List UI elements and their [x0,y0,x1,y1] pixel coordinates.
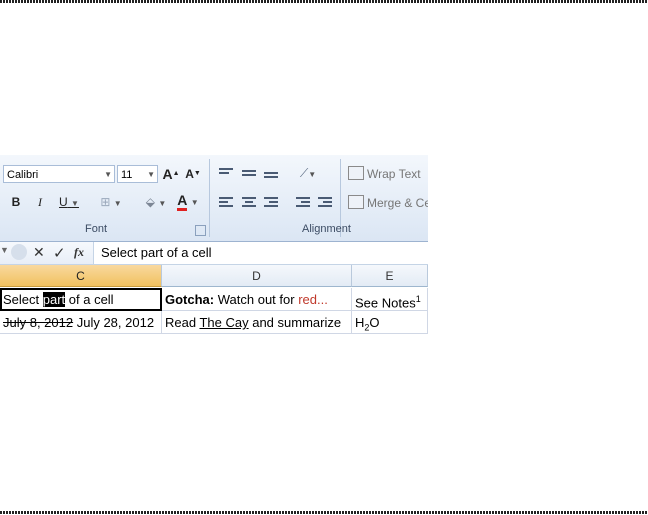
align-top-icon[interactable] [219,168,233,180]
cell-d-row1[interactable]: Gotcha: Watch out for red... [162,288,352,311]
column-header-d[interactable]: D [162,265,352,287]
column-header-e[interactable]: E [352,265,428,287]
formula-bar-buttons: ▼ ✕ ✓ fx [0,242,94,264]
font-group-label: Font [85,223,108,235]
superscript-text: 1 [415,294,421,304]
increase-font-glyph: A [162,166,173,182]
align-center-icon[interactable] [242,197,256,209]
cell-text: of a cell [65,292,114,307]
align-bottom-icon[interactable] [264,172,278,184]
underlined-text: The Cay [199,315,249,330]
decrease-indent-icon[interactable] [296,197,310,209]
cell-text: See Notes [355,295,416,311]
orientation-icon: ⟋ [299,166,309,180]
alignment-group-label: Alignment [302,223,351,235]
increase-font-size-button[interactable]: A▲ [162,165,180,183]
cell-text: July 28, 2012 [73,315,155,330]
dialog-launcher-icon[interactable] [195,225,206,236]
merge-center-icon [348,195,364,209]
borders-icon: ⊞ [100,195,111,209]
ribbon: Calibri ▼ 11 ▼ A▲ A▼ B I U ▼ ⊞ ▼ ⬙ ▼ A ▼… [0,155,428,242]
paint-bucket-icon: ⬙ [145,195,155,209]
merge-center-label: Merge & Ce [367,196,428,210]
wrap-text-label: Wrap Text [367,167,421,181]
group-separator [209,159,210,237]
decrease-font-glyph: A [185,167,194,181]
align-middle-icon[interactable] [242,170,256,182]
wrap-text-button[interactable]: Wrap Text [348,166,421,181]
cell-text: O [369,315,380,330]
font-size-dropdown[interactable]: 11 ▼ [117,165,158,183]
chevron-down-icon: ▼ [147,170,155,179]
column-header-c[interactable]: C [0,265,162,287]
cell-e-row2[interactable]: H2O [352,311,428,334]
name-box-dropdown-icon[interactable]: ▼ [0,245,9,255]
borders-button[interactable]: ⊞ ▼ [96,193,126,211]
italic-glyph: I [38,195,42,209]
cell-c-row2[interactable]: July 8, 2012 July 28, 2012 [0,311,162,334]
cell-text: Select [3,292,43,307]
strikethrough-text: July 8, 2012 [3,315,74,330]
font-size-value: 11 [121,169,133,181]
bold-text: Gotcha: [165,292,215,307]
name-box-scroll-icon[interactable] [11,244,27,260]
spreadsheet-grid: C D E Select part of a cell Gotcha: Watc… [0,265,428,335]
wrap-text-icon [348,166,364,180]
bold-glyph: B [11,195,21,209]
red-text: red... [298,292,328,307]
underline-button[interactable]: U ▼ [56,193,82,211]
cell-text: Read [165,315,200,330]
enter-icon[interactable]: ✓ [53,244,66,262]
formula-bar-input[interactable]: Select part of a cell [101,245,212,260]
cell-d-row2[interactable]: Read The Cay and summarize [162,311,352,334]
cancel-icon[interactable]: ✕ [33,244,45,261]
italic-button[interactable]: I [32,193,48,211]
cell-e-row1[interactable]: See Notes1 [352,288,428,311]
cell-text: H [355,315,365,330]
bottom-dashed-border [0,511,648,514]
increase-indent-icon[interactable] [318,197,332,209]
align-right-icon[interactable] [264,197,278,209]
chevron-down-icon: ▼ [104,170,112,179]
formula-bar: ▼ ✕ ✓ fx Select part of a cell [0,242,428,265]
align-left-icon[interactable] [219,197,233,209]
underline-glyph: U [59,195,68,209]
bold-button[interactable]: B [8,193,24,211]
font-name-dropdown[interactable]: Calibri ▼ [3,165,115,183]
font-color-button[interactable]: A ▼ [174,191,202,211]
top-dashed-border [0,0,648,3]
font-name-value: Calibri [7,169,39,181]
selected-text: part [42,292,66,307]
cell-text: Watch out for [214,292,299,307]
font-color-glyph: A [177,192,188,211]
orientation-button[interactable]: ⟋▼ [294,164,322,182]
decrease-font-size-button[interactable]: A▼ [184,165,202,183]
merge-center-button[interactable]: Merge & Ce [348,195,428,210]
cell-text: and summarize [248,315,342,330]
cell-c-row1[interactable]: Select part of a cell [0,288,162,311]
fill-color-button[interactable]: ⬙ ▼ [142,193,170,211]
insert-function-icon[interactable]: fx [74,245,84,260]
